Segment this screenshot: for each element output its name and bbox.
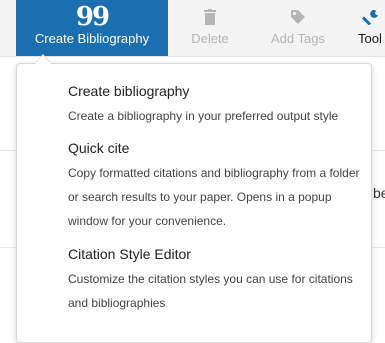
add-tags-label: Add Tags	[271, 31, 325, 46]
menu-item-title: Create bibliography	[68, 83, 190, 99]
tools-label: Tool	[358, 31, 382, 46]
menu-item-create-bibliography[interactable]: Create bibliography Create a bibliograph…	[68, 82, 368, 128]
create-bibliography-label: Create Bibliography	[34, 31, 150, 46]
menu-item-description: Customize the citation styles you can us…	[68, 272, 353, 310]
wrench-icon	[362, 9, 378, 25]
dropdown-caret	[34, 55, 52, 65]
delete-label: Delete	[191, 31, 229, 46]
create-bibliography-menu: Create bibliography Create a bibliograph…	[16, 63, 372, 343]
menu-item-quick-cite[interactable]: Quick cite Copy formatted citations and …	[68, 139, 368, 233]
add-tags-button[interactable]: Add Tags	[258, 0, 338, 56]
menu-item-description: Create a bibliography in your preferred …	[68, 109, 339, 123]
tools-button[interactable]: Tool	[358, 0, 385, 56]
tag-icon	[291, 10, 305, 24]
delete-button[interactable]: Delete	[180, 0, 240, 56]
menu-item-title: Citation Style Editor	[68, 246, 191, 262]
trash-icon	[204, 9, 216, 25]
create-bibliography-button[interactable]: 99 Create Bibliography	[16, 0, 168, 56]
menu-item-description: Copy formatted citations and bibliograph…	[68, 166, 360, 228]
quote-icon: 99	[75, 2, 110, 32]
background-text-fragment: be	[373, 185, 385, 201]
toolbar: 99 Create Bibliography Delete Add Tags T…	[0, 0, 385, 57]
menu-item-citation-style-editor[interactable]: Citation Style Editor Customize the cita…	[68, 245, 368, 315]
menu-item-title: Quick cite	[68, 140, 130, 156]
